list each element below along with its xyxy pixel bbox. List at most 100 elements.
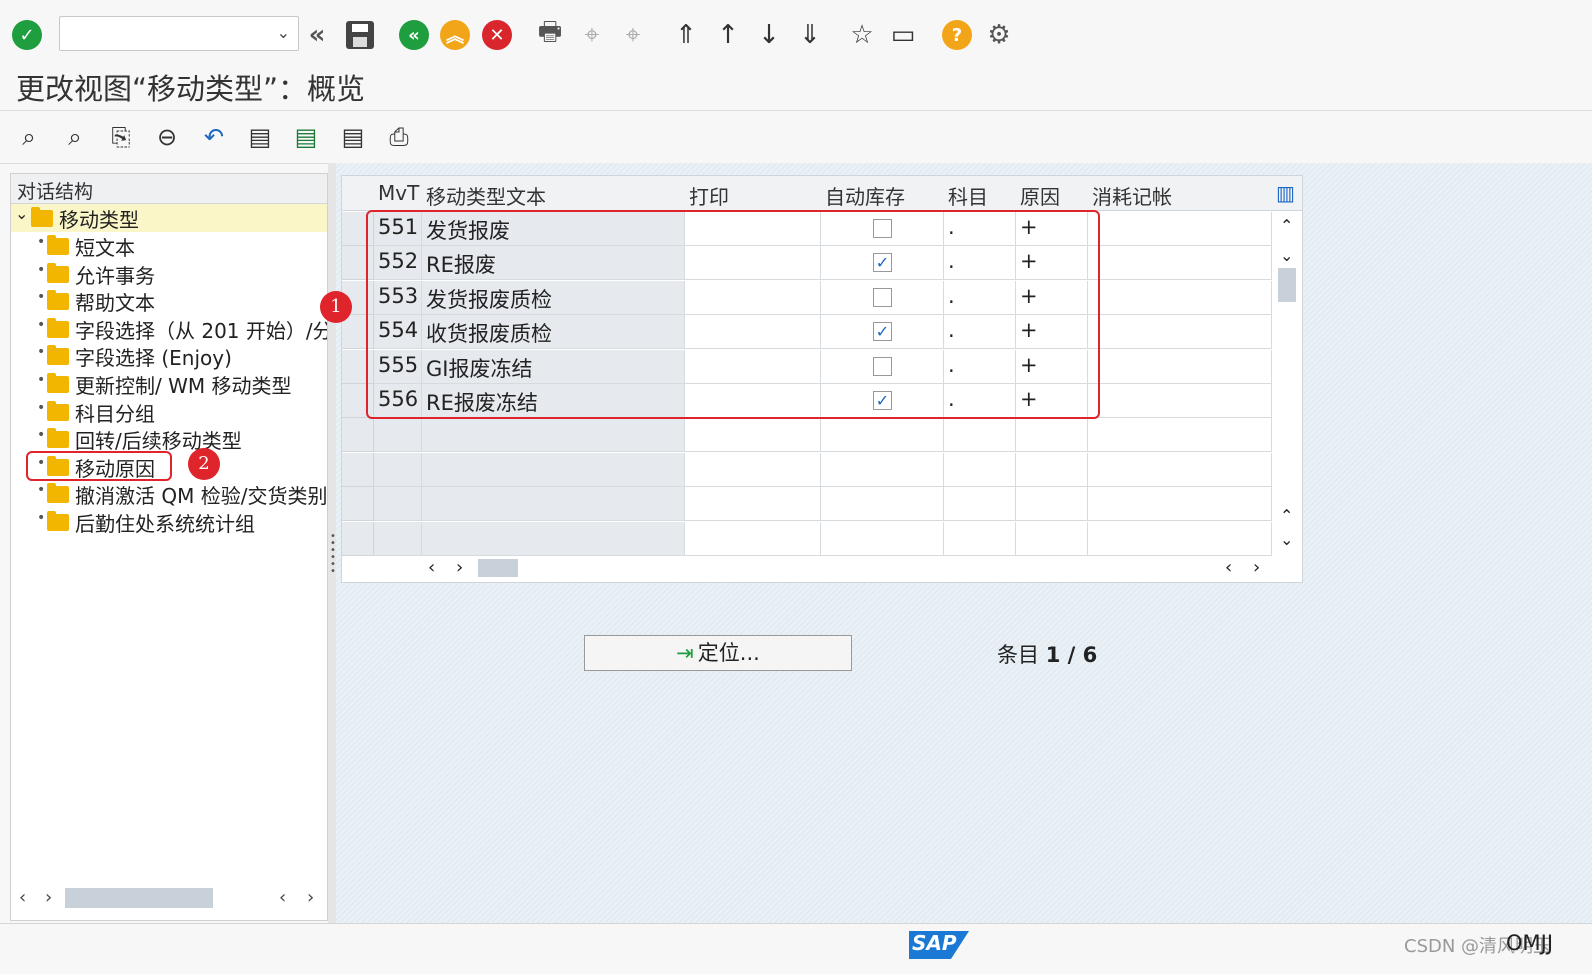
tree-item[interactable]: • 科目分组 [11,398,327,426]
row-selector[interactable] [342,487,374,522]
tree-item-label: 帮助文本 [75,291,155,316]
select-all-icon[interactable]: ▤ [243,120,277,154]
column-settings-icon[interactable]: ▥ [1272,176,1302,211]
print-icon[interactable]: 🖶 [533,17,567,52]
table-cell-text [422,487,685,522]
first-page-icon[interactable]: ⇑ [669,18,703,52]
table-cell-acct [944,452,1016,487]
table-cell-acct [944,521,1016,556]
highlight-box-1 [366,210,1100,419]
chevron-down-icon[interactable]: ⌄ [15,204,28,223]
scroll-left-icon[interactable]: ‹ [19,887,26,909]
tree-header: 对话结构 [11,174,327,204]
scroll-left-icon[interactable]: ‹ [428,557,435,578]
new-session-icon[interactable]: ☆ [845,18,879,52]
selector-header[interactable] [342,176,374,211]
splitter-handle[interactable]: • • • • • • [328,163,336,923]
tree-item[interactable]: • 回转/后续移动类型 [11,425,327,453]
undo-icon[interactable]: ↶ [197,120,231,154]
column-header-text[interactable]: 移动类型文本 [422,176,685,211]
bullet-icon: • [37,399,46,416]
table-cell-text [422,521,685,556]
save-icon[interactable] [343,18,377,52]
bullet-icon: • [37,482,46,499]
table-cell-cons[interactable] [1088,212,1272,246]
horizontal-scrollbar[interactable] [478,559,518,577]
scroll-left-icon[interactable]: ‹ [279,887,286,909]
table-cell-reason [1016,418,1088,453]
enter-icon[interactable]: ✓ [10,18,44,52]
annotation-badge-2: 2 [188,448,220,480]
scroll-up-icon[interactable]: ⌃ [1280,506,1293,525]
row-selector[interactable] [342,452,374,487]
scroll-down-icon[interactable]: ⌄ [1280,530,1293,549]
column-header-consumption[interactable]: 消耗记帐 [1088,176,1272,211]
column-header-account[interactable]: 科目 [944,176,1016,211]
horizontal-scrollbar[interactable] [65,888,213,908]
column-header-mvt[interactable]: MvT [374,176,422,211]
help-icon[interactable]: ? [940,18,974,52]
back-double-icon[interactable]: « [300,18,334,52]
folder-icon [47,400,69,421]
delete-icon[interactable]: ⊖ [150,120,184,154]
table-cell-cons[interactable] [1088,246,1272,281]
folder-icon [47,290,69,311]
table-cell-cons [1088,521,1272,556]
column-header-auto[interactable]: 自动库存 [821,176,944,211]
last-page-icon[interactable]: ⇓ [793,18,827,52]
table-cell-cons [1088,418,1272,453]
table-cell-cons[interactable] [1088,384,1272,418]
row-selector[interactable] [342,521,374,556]
bullet-icon: • [37,344,46,361]
tree-item[interactable]: • 更新控制/ WM 移动类型 [11,370,327,398]
vertical-scrollbar[interactable]: ⌃ ⌄ ⌃ ⌄ [1275,212,1300,550]
select-block-icon[interactable]: ▤ [289,120,323,154]
tree-item[interactable]: • 允许事务 [11,260,327,288]
tree-item[interactable]: • 帮助文本 [11,287,327,315]
column-header-print[interactable]: 打印 [685,176,821,211]
shortcut-icon[interactable]: ▭ [886,18,920,52]
folder-open-icon [31,207,53,227]
table-cell-reason [1016,452,1088,487]
table-cell-print [685,521,821,556]
chevron-down-icon[interactable]: ⌄ [277,23,290,42]
details-icon[interactable]: ⌕ [58,120,92,154]
cancel-icon[interactable]: ✕ [480,18,514,52]
deselect-all-icon[interactable]: ▤ [336,120,370,154]
tree-item[interactable]: • 字段选择（从 201 开始）/分 [11,315,327,343]
next-page-icon[interactable]: ↓ [752,18,786,52]
scroll-up-icon[interactable]: ⌃ [1280,216,1293,235]
settings-icon[interactable]: ⚙ [982,18,1016,52]
scroll-right-icon[interactable]: › [1253,557,1260,578]
display-change-icon[interactable]: ⌕ [12,120,46,154]
back-icon[interactable]: « [397,18,431,52]
scroll-right-icon[interactable]: › [456,557,463,578]
folder-icon [47,345,69,366]
scroll-right-icon[interactable]: › [307,887,314,909]
table-cell-cons[interactable] [1088,349,1272,384]
exit-icon[interactable]: ︽ [438,18,472,52]
tree-root-label: 移动类型 [59,208,139,232]
table-cell-cons[interactable] [1088,315,1272,350]
scroll-down-icon[interactable]: ⌄ [1280,246,1293,265]
row-selector[interactable] [342,418,374,453]
table-cell-mvt [374,487,422,522]
scroll-thumb[interactable] [1278,268,1296,302]
tree-item[interactable]: • 后勤住处系统统计组 [11,508,327,536]
scroll-right-icon[interactable]: › [45,887,52,909]
print-standard-list-icon[interactable]: ⎙ [382,120,416,154]
tree-item-label: 更新控制/ WM 移动类型 [75,374,292,398]
table-cell-cons[interactable] [1088,280,1272,315]
table-cell-mvt [374,521,422,556]
position-button[interactable]: ⇥ 定位... [584,635,852,671]
tree-item[interactable]: • 短文本 [11,232,327,260]
tree-item[interactable]: • 撤消激活 QM 检验/交货类别 [11,480,327,508]
copy-as-icon[interactable]: ⎘ [104,120,138,154]
tree-item[interactable]: • 字段选择 (Enjoy) [11,342,327,370]
column-header-reason[interactable]: 原因 [1016,176,1088,211]
tree-root-item[interactable]: ⌄ 移动类型 [11,204,327,232]
scroll-left-icon[interactable]: ‹ [1225,557,1232,578]
tree-item-label: 回转/后续移动类型 [75,429,242,454]
prev-page-icon[interactable]: ↑ [711,18,745,52]
command-field[interactable]: ⌄ [59,16,299,51]
